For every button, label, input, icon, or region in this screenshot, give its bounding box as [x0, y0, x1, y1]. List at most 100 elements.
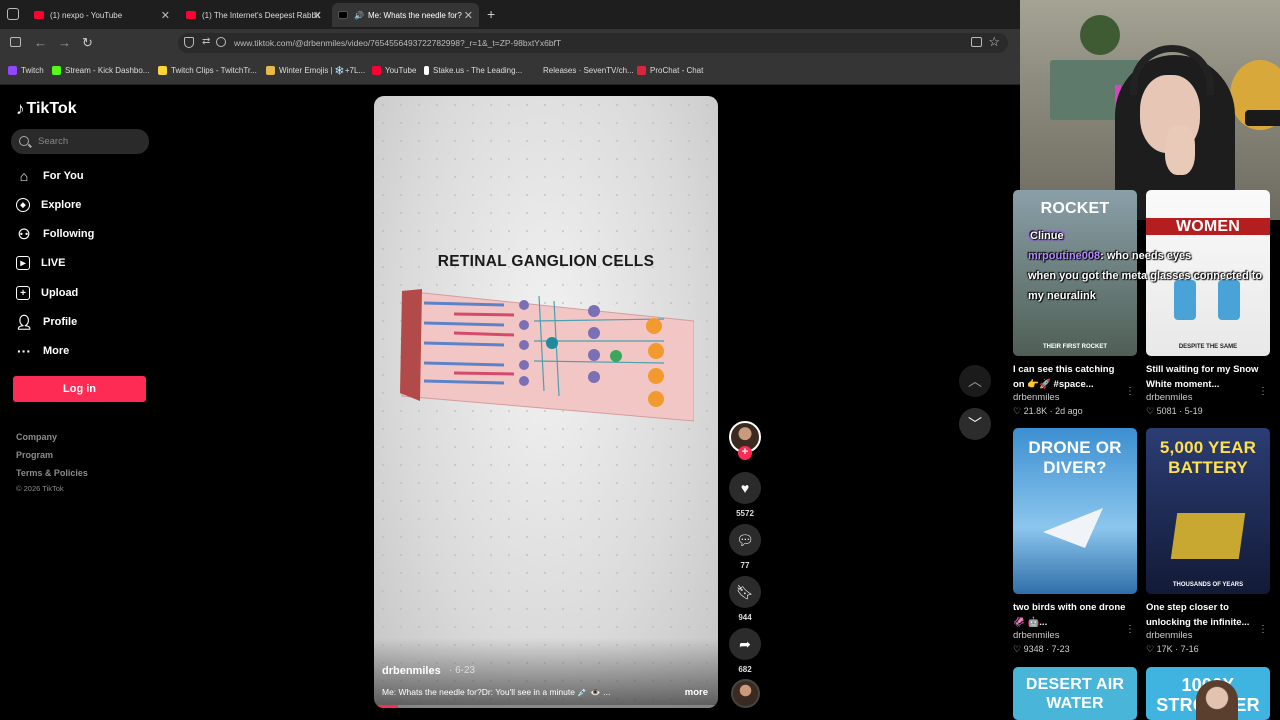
tiktok-icon: [338, 11, 348, 19]
video-thumbnail: DESERT AIR WATER: [1013, 667, 1137, 720]
reader-view-icon[interactable]: [971, 37, 982, 47]
thumbnail-title: ROCKET: [1040, 200, 1110, 217]
search-placeholder: Search: [38, 136, 69, 147]
search-input[interactable]: Search: [11, 129, 149, 154]
nav-profile[interactable]: 👤︎ Profile: [15, 312, 77, 332]
card-more-icon[interactable]: ⋮: [1258, 386, 1268, 397]
bookmark-twitch[interactable]: Twitch: [8, 66, 44, 75]
new-tab-button[interactable]: +: [487, 6, 495, 22]
like-button[interactable]: ♥ 5572: [729, 472, 761, 518]
close-tab-icon[interactable]: ✕: [313, 9, 322, 22]
card-meta: ♡ 9348 · 7-23: [1013, 644, 1070, 654]
tracking-icon[interactable]: [216, 37, 226, 47]
following-icon: ⚇: [17, 225, 31, 242]
sound-avatar[interactable]: [731, 679, 760, 708]
heart-icon: ♥: [729, 472, 761, 504]
nav-explore[interactable]: ◆ Explore: [16, 195, 81, 215]
back-icon[interactable]: ←: [34, 35, 47, 50]
thumbnail-subtitle: THOUSANDS OF YEARS: [1172, 582, 1244, 588]
webcam-plant: [1080, 15, 1120, 55]
footer-company-link[interactable]: Company: [16, 432, 57, 442]
reload-icon[interactable]: ↻: [82, 35, 93, 51]
save-count: 944: [738, 613, 752, 622]
previous-video-button[interactable]: ︿: [959, 365, 991, 397]
next-video-button[interactable]: ﹀: [959, 408, 991, 440]
tab-title: Me: Whats the needle for?: [367, 10, 462, 20]
tab-tiktok-active[interactable]: 🔊 Me: Whats the needle for? ✕: [332, 3, 479, 27]
close-tab-icon[interactable]: ✕: [161, 9, 170, 22]
share-icon: ➦: [729, 628, 761, 660]
follow-plus-icon[interactable]: +: [738, 446, 752, 460]
video-progress-bar[interactable]: [374, 705, 718, 708]
chat-line: mrpoutine008: who needs eyes: [1028, 250, 1192, 262]
like-count: 5572: [736, 509, 754, 518]
twitchtracker-icon: [158, 66, 167, 75]
nav-upload[interactable]: + Upload: [16, 283, 78, 303]
card-description: I can see this catching on 👉🚀 #space...: [1013, 364, 1115, 390]
shield-icon[interactable]: [184, 37, 194, 48]
tab-title: (1) nexpo - YouTube: [50, 10, 123, 20]
comment-button[interactable]: 💬︎ 77: [729, 524, 761, 570]
webcam-microphone: [1245, 110, 1280, 126]
nav-more[interactable]: ··· More: [16, 341, 69, 361]
tab-list-icon[interactable]: [7, 8, 19, 20]
bookmark-stake[interactable]: Stake.us - The Leading...: [424, 66, 522, 75]
thumbnail-title: DRONE OR DIVER?: [1028, 438, 1122, 477]
bookmark-youtube[interactable]: YouTube: [372, 66, 416, 75]
tiktok-icon: ♪: [16, 99, 25, 118]
save-button[interactable]: 🔖︎ 944: [729, 576, 761, 622]
recommended-video-card[interactable]: DRONE OR DIVER? two birds with one drone…: [1013, 428, 1137, 655]
card-description: two birds with one drone 🦑 🤖...: [1013, 602, 1126, 628]
live-icon: ▸: [16, 256, 30, 270]
card-author[interactable]: drbenmiles: [1146, 630, 1270, 641]
card-more-icon[interactable]: ⋮: [1258, 624, 1268, 635]
forward-icon[interactable]: →: [58, 35, 71, 50]
card-more-icon[interactable]: ⋮: [1125, 386, 1135, 397]
nav-following[interactable]: ⚇ Following: [16, 224, 95, 244]
card-author[interactable]: drbenmiles: [1013, 630, 1137, 641]
video-player[interactable]: RETINAL GANGLION CELLS drbenmiles · 6-23…: [374, 96, 718, 708]
bookmark-seventv[interactable]: Releases · SevenTV/ch...: [530, 66, 634, 75]
card-meta: ♡ 21.8K · 2d ago: [1013, 406, 1083, 416]
url-field[interactable]: ⇄ www.tiktok.com/@drbenmiles/video/76545…: [178, 33, 1008, 53]
streamer-webcam-overlay: [1020, 0, 1280, 220]
sidebar-toggle-icon[interactable]: [10, 37, 21, 47]
close-tab-icon[interactable]: ✕: [464, 9, 473, 22]
nav-for-you[interactable]: ⌂ For You: [16, 166, 84, 186]
bookmark-winter-emojis[interactable]: Winter Emojis | ❄️+7L...: [266, 66, 365, 75]
youtube-icon: [186, 11, 196, 19]
caption-more-button[interactable]: more: [685, 687, 708, 698]
footer-terms-link[interactable]: Terms & Policies: [16, 468, 88, 478]
chat-line: Clinue: [1028, 226, 1280, 246]
speaker-icon[interactable]: 🔊: [354, 11, 364, 20]
bookmark-twitch-clips[interactable]: Twitch Clips - TwitchTr...: [158, 66, 257, 75]
card-author[interactable]: drbenmiles: [1146, 392, 1270, 403]
chat-line: when you got the meta glasses connected …: [1028, 270, 1263, 302]
drone-graphic: [1043, 508, 1103, 548]
footer-copyright: © 2026 TikTok: [16, 484, 64, 493]
video-caption: Me: Whats the needle for?Dr: You'll see …: [382, 687, 611, 697]
share-button[interactable]: ➦ 682: [729, 628, 761, 674]
thumbnail-subtitle: THEIR FIRST ROCKET: [1043, 344, 1107, 350]
tab-youtube-rabbit[interactable]: (1) The Internet's Deepest Rabbit ✕: [180, 3, 328, 27]
bookmark-kick[interactable]: Stream - Kick Dashbo...: [52, 66, 149, 75]
bookmark-prochat[interactable]: ProChat - Chat: [637, 66, 703, 75]
bookmark-star-icon[interactable]: ☆: [988, 34, 1000, 50]
tab-youtube-nexpo[interactable]: (1) nexpo - YouTube ✕: [28, 3, 176, 27]
recommended-video-card[interactable]: 5,000 YEAR BATTERY THOUSANDS OF YEARS On…: [1146, 428, 1270, 655]
footer-program-link[interactable]: Program: [16, 450, 53, 460]
site-settings-icon[interactable]: ⇄: [202, 36, 210, 47]
kick-icon: [52, 66, 61, 75]
thumbnail-subtitle: DESPITE THE SAME: [1178, 344, 1238, 350]
card-description: Still waiting for my Snow White moment..…: [1146, 364, 1259, 390]
tiktok-logo[interactable]: ♪ TikTok: [16, 99, 77, 119]
card-author[interactable]: drbenmiles: [1013, 392, 1137, 403]
recommended-video-card[interactable]: DESERT AIR WATER: [1013, 667, 1137, 720]
chat-username: Clinue: [1028, 230, 1066, 242]
login-button[interactable]: Log in: [13, 376, 146, 402]
bookmarks-bar: Twitch Stream - Kick Dashbo... Twitch Cl…: [0, 57, 1020, 85]
nav-live[interactable]: ▸ LIVE: [16, 253, 65, 273]
card-meta: ♡ 17K · 7-16: [1146, 644, 1199, 654]
card-more-icon[interactable]: ⋮: [1125, 624, 1135, 635]
video-author[interactable]: drbenmiles: [382, 665, 441, 677]
